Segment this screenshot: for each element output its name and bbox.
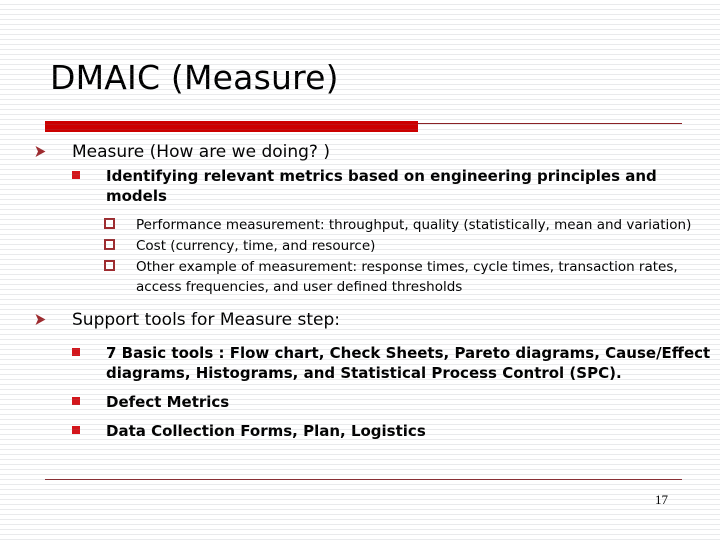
filled-square-bullet-icon [72,348,80,356]
bullet-level3-label: Performance measurement: throughput, qua… [136,217,692,233]
bullet-level1: Support tools for Measure step: [0,308,720,332]
hollow-square-bullet-icon [104,218,115,229]
bullet-level2: Data Collection Forms, Plan, Logistics [0,421,720,441]
bullet-level2: Defect Metrics [0,392,720,412]
bullet-level3-label: Other example of measurement: response t… [136,259,678,295]
presentation-slide: DMAIC (Measure) Measure (How are we doin… [0,0,720,540]
bullet-level2: 7 Basic tools : Flow chart, Check Sheets… [0,343,720,383]
bullet-level1: Measure (How are we doing? ) [0,140,720,164]
bullet-level3: Performance measurement: throughput, qua… [0,214,720,234]
page-number: 17 [655,492,668,507]
arrow-bullet-icon [33,312,48,327]
hollow-square-bullet-icon [104,239,115,250]
filled-square-bullet-icon [72,171,80,179]
bullet-level3-label: Cost (currency, time, and resource) [136,238,376,254]
title-accent-bar [45,121,418,132]
bullet-level3: Other example of measurement: response t… [0,256,720,296]
bullet-level2-label: Data Collection Forms, Plan, Logistics [106,422,426,440]
page-title: DMAIC (Measure) [50,58,339,97]
bullet-level3: Cost (currency, time, and resource) [0,235,720,255]
arrow-bullet-icon [33,144,48,159]
bullet-section: Support tools for Measure step: 7 Basic … [0,308,720,441]
bullet-level2: Identifying relevant metrics based on en… [0,166,720,206]
hollow-square-bullet-icon [104,260,115,271]
bullet-level1-label: Measure (How are we doing? ) [72,142,330,162]
filled-square-bullet-icon [72,397,80,405]
slide-body: Measure (How are we doing? ) Identifying… [0,140,720,441]
bullet-level2-label: Defect Metrics [106,393,230,411]
bullet-level1-label: Support tools for Measure step: [72,310,340,330]
bullet-section: Measure (How are we doing? ) Identifying… [0,140,720,296]
footer-rule [45,479,682,480]
filled-square-bullet-icon [72,426,80,434]
bullet-level2-label: 7 Basic tools : Flow chart, Check Sheets… [106,344,711,382]
bullet-level2-label: Identifying relevant metrics based on en… [106,167,657,205]
